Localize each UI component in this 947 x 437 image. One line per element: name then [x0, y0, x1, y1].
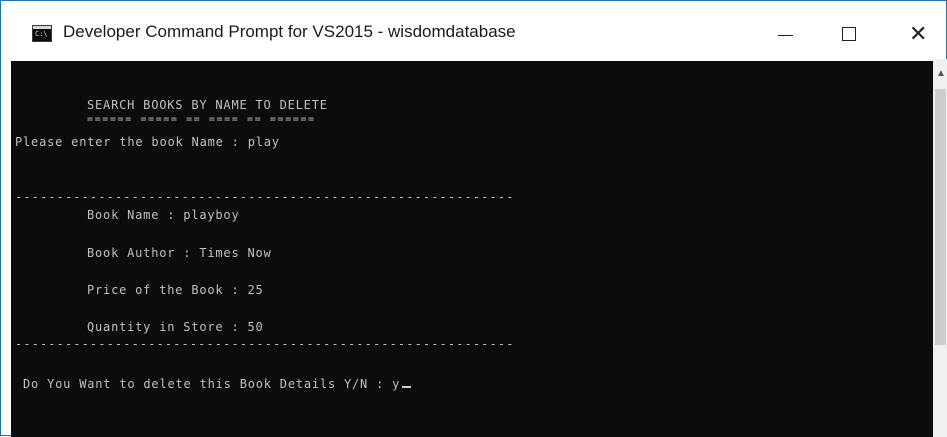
search-heading-underline: ====== ===== == ==== == ====== — [87, 114, 316, 125]
delete-confirm-text: Do You Want to delete this Book Details … — [15, 377, 401, 391]
maximize-icon — [842, 27, 856, 41]
delete-confirm-prompt[interactable]: Do You Want to delete this Book Details … — [15, 377, 412, 391]
text-cursor — [402, 386, 412, 388]
maximize-button[interactable] — [821, 11, 881, 57]
vertical-scrollbar[interactable]: ▲ — [933, 59, 947, 437]
scroll-up-arrow-icon[interactable]: ▲ — [936, 69, 946, 79]
console-window: C:\ Developer Command Prompt for VS2015 … — [0, 0, 947, 437]
close-button[interactable]: ✕ — [887, 11, 947, 57]
book-quantity-line: Quantity in Store : 50 — [87, 320, 264, 334]
book-price-line: Price of the Book : 25 — [87, 283, 264, 297]
close-icon: ✕ — [909, 21, 928, 46]
book-name-line: Book Name : playboy — [87, 208, 240, 222]
window-title: Developer Command Prompt for VS2015 - wi… — [63, 22, 516, 41]
minimize-icon — [778, 35, 793, 36]
separator-bottom: ----------------------------------------… — [15, 337, 515, 351]
book-author-line: Book Author : Times Now — [87, 246, 272, 260]
scroll-thumb[interactable] — [935, 89, 946, 345]
minimize-button[interactable] — [761, 11, 821, 57]
search-heading: SEARCH BOOKS BY NAME TO DELETE — [87, 98, 328, 112]
book-name-prompt: Please enter the book Name : play — [15, 135, 280, 149]
separator-top: ----------------------------------------… — [15, 190, 515, 204]
console-output[interactable]: SEARCH BOOKS BY NAME TO DELETE ====== ==… — [11, 61, 933, 437]
title-bar[interactable]: C:\ Developer Command Prompt for VS2015 … — [1, 1, 946, 59]
command-prompt-icon: C:\ — [32, 25, 52, 42]
